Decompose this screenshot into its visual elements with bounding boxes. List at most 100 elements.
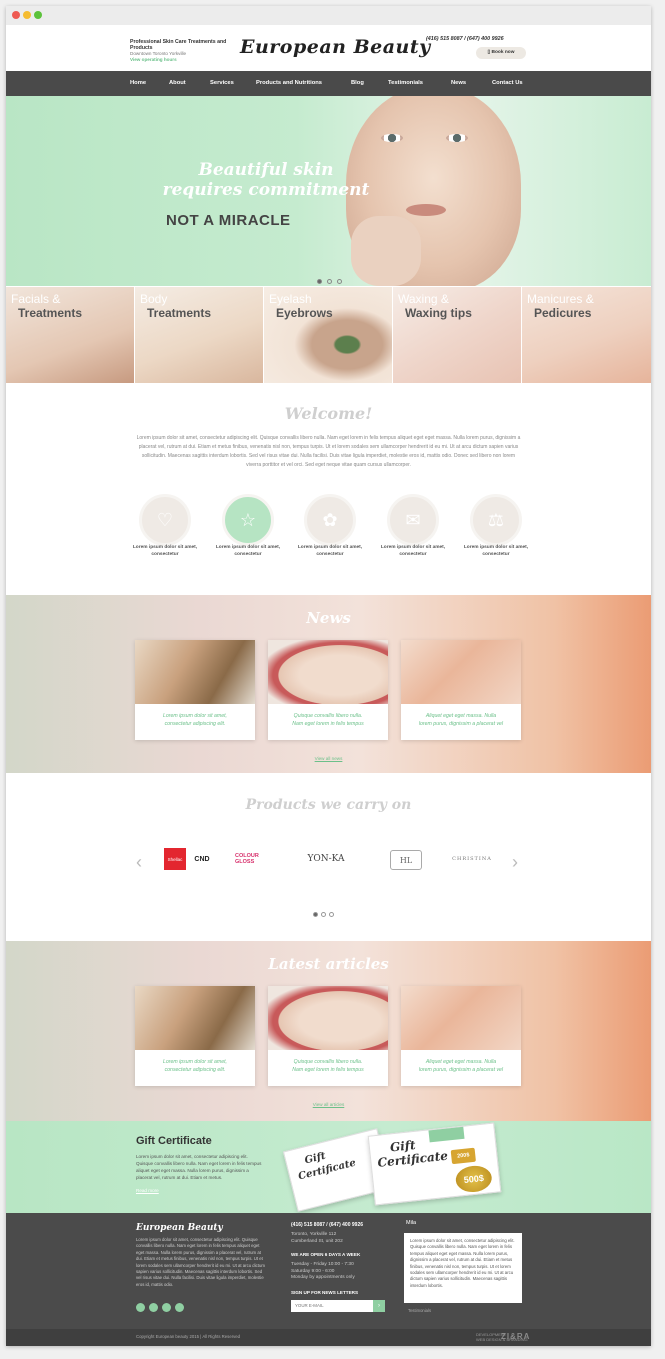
main-nav: Home About Services Products and Nutriti…: [6, 71, 651, 96]
view-hours-link[interactable]: View operating hours: [130, 57, 177, 62]
articles-title: Latest articles: [268, 955, 389, 973]
article-card-image: [135, 986, 255, 1050]
facebook-icon[interactable]: [136, 1303, 145, 1312]
hero-script-line2: requires commitment: [162, 180, 370, 200]
nav-testimonials[interactable]: Testimonials: [388, 71, 423, 96]
maximize-window-icon[interactable]: [34, 11, 42, 19]
service-tile-waxing[interactable]: Waxing & Waxing tips: [393, 287, 521, 383]
close-window-icon[interactable]: [12, 11, 20, 19]
testimonial-name: Mila: [406, 1220, 417, 1226]
minimize-window-icon[interactable]: [23, 11, 31, 19]
newsletter-submit-button[interactable]: ›: [373, 1300, 385, 1312]
feature-muscle[interactable]: ✿: [304, 494, 356, 546]
products-next-arrow-icon[interactable]: ›: [512, 852, 518, 873]
service-title-line1: Body: [140, 292, 168, 306]
site-footer: European Beauty Lorem ipsum dolor sit am…: [6, 1213, 651, 1329]
news-card[interactable]: Lorem ipsum dolor sit amet, consectetur …: [135, 640, 255, 740]
service-tile-eyelash[interactable]: Eyelash Eyebrows: [264, 287, 392, 383]
instagram-icon[interactable]: [162, 1303, 171, 1312]
view-all-articles-link[interactable]: View all articles: [6, 1102, 651, 1107]
nav-about[interactable]: About: [169, 71, 186, 96]
article-card-line2: Nam eget lorem in felis tempus: [292, 1067, 364, 1073]
service-title-line2: Pedicures: [534, 306, 592, 320]
lips-shape: [406, 204, 446, 216]
footer-hours: Tuesday - Friday 10:00 - 7:30 Saturday 9…: [291, 1262, 355, 1282]
news-card-image: [135, 640, 255, 704]
service-tile-manicures[interactable]: Manicures & Pedicures: [522, 287, 651, 383]
footer-about-text: Lorem ipsum dolor sit amet, consectetur …: [136, 1237, 265, 1287]
twitter-icon[interactable]: [149, 1303, 158, 1312]
gift-card-front: Gift Certificate 200$ 500$: [367, 1122, 502, 1206]
article-card-text: Aliquet eget eget massa. Nulla lorem pur…: [409, 1058, 513, 1074]
view-all-news-link[interactable]: View all news: [6, 756, 651, 761]
footer-address-line2: Cumberland St, unit 202: [291, 1238, 343, 1244]
welcome-text: Lorem ipsum dolor sit amet, consectetur …: [136, 435, 521, 468]
book-now-label: Book now: [491, 50, 515, 55]
news-card[interactable]: Aliquet eget eget massa. Nulla lorem pur…: [401, 640, 521, 740]
copyright-text: Copyright European beauty 2015 | All Rig…: [136, 1334, 241, 1339]
article-card-image: [268, 986, 388, 1050]
feature-heart[interactable]: ♡: [139, 494, 191, 546]
footer-address: Toronto, Yorkville 112 Cumberland St, un…: [291, 1232, 343, 1245]
article-card-text: Quisque convallis libero nulla. Nam eget…: [276, 1058, 380, 1074]
book-now-button[interactable]: ▯ Book now: [476, 47, 526, 59]
brand-yonka-logo: YON-KA: [307, 854, 345, 864]
youtube-icon[interactable]: [175, 1303, 184, 1312]
slider-dot-3[interactable]: [337, 279, 342, 284]
nav-blog[interactable]: Blog: [351, 71, 364, 96]
services-strip: Facials & Treatments Body Treatments Eye…: [6, 287, 651, 383]
gift-icon: ✉: [405, 510, 421, 530]
gift-read-more-link[interactable]: Read more: [136, 1188, 159, 1193]
feature-label: Lorem ipsum dolor sit amet, consectetur: [215, 545, 281, 557]
site-logo[interactable]: European Beauty: [240, 36, 431, 58]
nav-services[interactable]: Services: [210, 71, 234, 96]
nav-home[interactable]: Home: [130, 71, 146, 96]
testimonials-link[interactable]: Testimonials: [408, 1308, 431, 1313]
slider-dot-2[interactable]: [327, 279, 332, 284]
hand-shape: [351, 216, 421, 286]
service-tile-facials[interactable]: Facials & Treatments: [6, 287, 134, 383]
service-title-line2: Eyebrows: [276, 306, 333, 320]
newsletter-email-input[interactable]: [291, 1300, 373, 1312]
article-card-image: [401, 986, 521, 1050]
star-icon: ☆: [239, 510, 257, 530]
feature-scales[interactable]: ⚖: [470, 494, 522, 546]
copyright-bar: Copyright European beauty 2015 | All Rig…: [6, 1329, 651, 1346]
site-header: Professional Skin Care Treatments and Pr…: [6, 25, 651, 71]
news-card-line2: lorem purus, dignissim a placerat vel: [418, 721, 504, 727]
products-prev-arrow-icon[interactable]: ‹: [136, 852, 142, 873]
service-tile-body[interactable]: Body Treatments: [135, 287, 263, 383]
article-card[interactable]: Lorem ipsum dolor sit amet, consectetur …: [135, 986, 255, 1086]
nav-contact[interactable]: Contact Us: [492, 71, 523, 96]
news-card-text: Lorem ipsum dolor sit amet, consectetur …: [143, 712, 247, 728]
article-card[interactable]: Quisque convallis libero nulla. Nam eget…: [268, 986, 388, 1086]
feature-label: Lorem ipsum dolor sit amet, consectetur: [463, 545, 529, 557]
nav-products[interactable]: Products and Nutritions: [256, 71, 322, 96]
hero-script-line1: Beautiful skin: [198, 160, 334, 180]
footer-logo[interactable]: European Beauty: [136, 1223, 223, 1233]
developer-logo[interactable]: ZI&RA: [501, 1332, 530, 1341]
footer-phones: (416) 515 8087 / (647) 400 9926: [291, 1222, 363, 1228]
feature-star[interactable]: ☆: [222, 494, 274, 546]
slider-dot-1[interactable]: [317, 279, 322, 284]
news-card-line2: Nam eget lorem in felis tempus: [292, 721, 364, 727]
articles-section: Latest articles Lorem ipsum dolor sit am…: [6, 941, 651, 1121]
service-title-line1: Eyelash: [269, 292, 312, 306]
nav-news[interactable]: News: [451, 71, 466, 96]
brand-colourgloss-logo: COLOUR GLOSS: [235, 853, 259, 865]
news-card[interactable]: Quisque convallis libero nulla. Nam eget…: [268, 640, 388, 740]
article-card-line1: Aliquet eget eget massa. Nulla: [425, 1059, 497, 1065]
service-title-line1: Facials &: [11, 292, 61, 306]
products-dot-2[interactable]: [321, 912, 326, 917]
products-dot-3[interactable]: [329, 912, 334, 917]
products-dot-1[interactable]: [313, 912, 318, 917]
gift-title: Gift Certificate: [136, 1135, 212, 1147]
gift-amount-large: 500$: [454, 1164, 494, 1194]
welcome-title: Welcome!: [284, 404, 373, 423]
arrow-right-icon: ›: [378, 1303, 380, 1309]
article-card[interactable]: Aliquet eget eget massa. Nulla lorem pur…: [401, 986, 521, 1086]
window-chrome: [6, 6, 651, 26]
feature-gift[interactable]: ✉: [387, 494, 439, 546]
news-section: News Lorem ipsum dolor sit amet, consect…: [6, 595, 651, 773]
scales-icon: ⚖: [487, 510, 505, 530]
